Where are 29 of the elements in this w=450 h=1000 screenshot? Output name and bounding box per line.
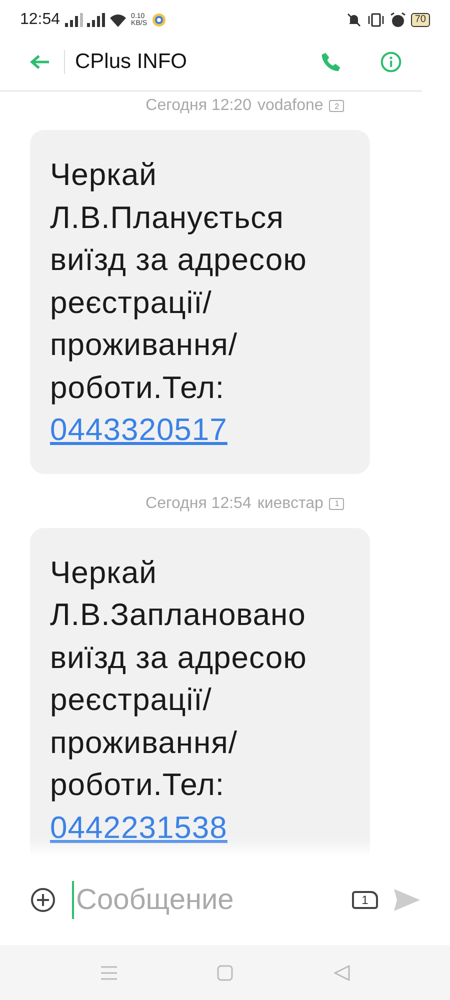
mute-icon [346, 12, 362, 28]
phone-icon[interactable] [320, 51, 342, 73]
message-text: Черкай Л.В.Заплановано виїзд за адресою реєстрації/ проживання/ роботи.Тел: 0442231538 [50, 554, 308, 846]
signal-icon [65, 13, 106, 27]
message-input[interactable]: Сообщение [72, 881, 336, 919]
carrier-name: киевстар [257, 494, 324, 512]
sim-badge: 1 [329, 498, 344, 510]
app-icon [152, 13, 166, 27]
send-icon[interactable] [394, 889, 420, 911]
message-text: Черкай Л.В.Планується виїзд за адресою реєстрації/ проживання/ роботи.Тел: 0443320517 [50, 156, 308, 449]
battery-level: 70 [410, 13, 430, 27]
back-arrow-icon[interactable] [30, 54, 50, 70]
status-time: 12:54 [20, 11, 60, 29]
phone-link[interactable]: 0443320517 [50, 412, 228, 447]
message-timestamp: Сегодня 12:20 [146, 97, 252, 115]
conversation-title: CPlus INFO [64, 50, 306, 74]
home-icon[interactable] [217, 964, 233, 980]
sim-badge: 2 [329, 100, 344, 112]
message-timestamp: Сегодня 12:54 [146, 494, 252, 512]
vibrate-icon [366, 12, 385, 28]
sim-selector[interactable]: 1 [352, 891, 378, 909]
back-icon[interactable] [334, 964, 350, 980]
info-icon[interactable] [380, 51, 402, 73]
menu-icon[interactable] [100, 966, 116, 980]
wifi-icon [110, 13, 126, 27]
phone-link[interactable]: 0442231538 [50, 810, 228, 844]
add-icon[interactable] [30, 887, 56, 913]
alarm-icon [390, 12, 406, 28]
carrier-name: vodafone [257, 97, 324, 115]
